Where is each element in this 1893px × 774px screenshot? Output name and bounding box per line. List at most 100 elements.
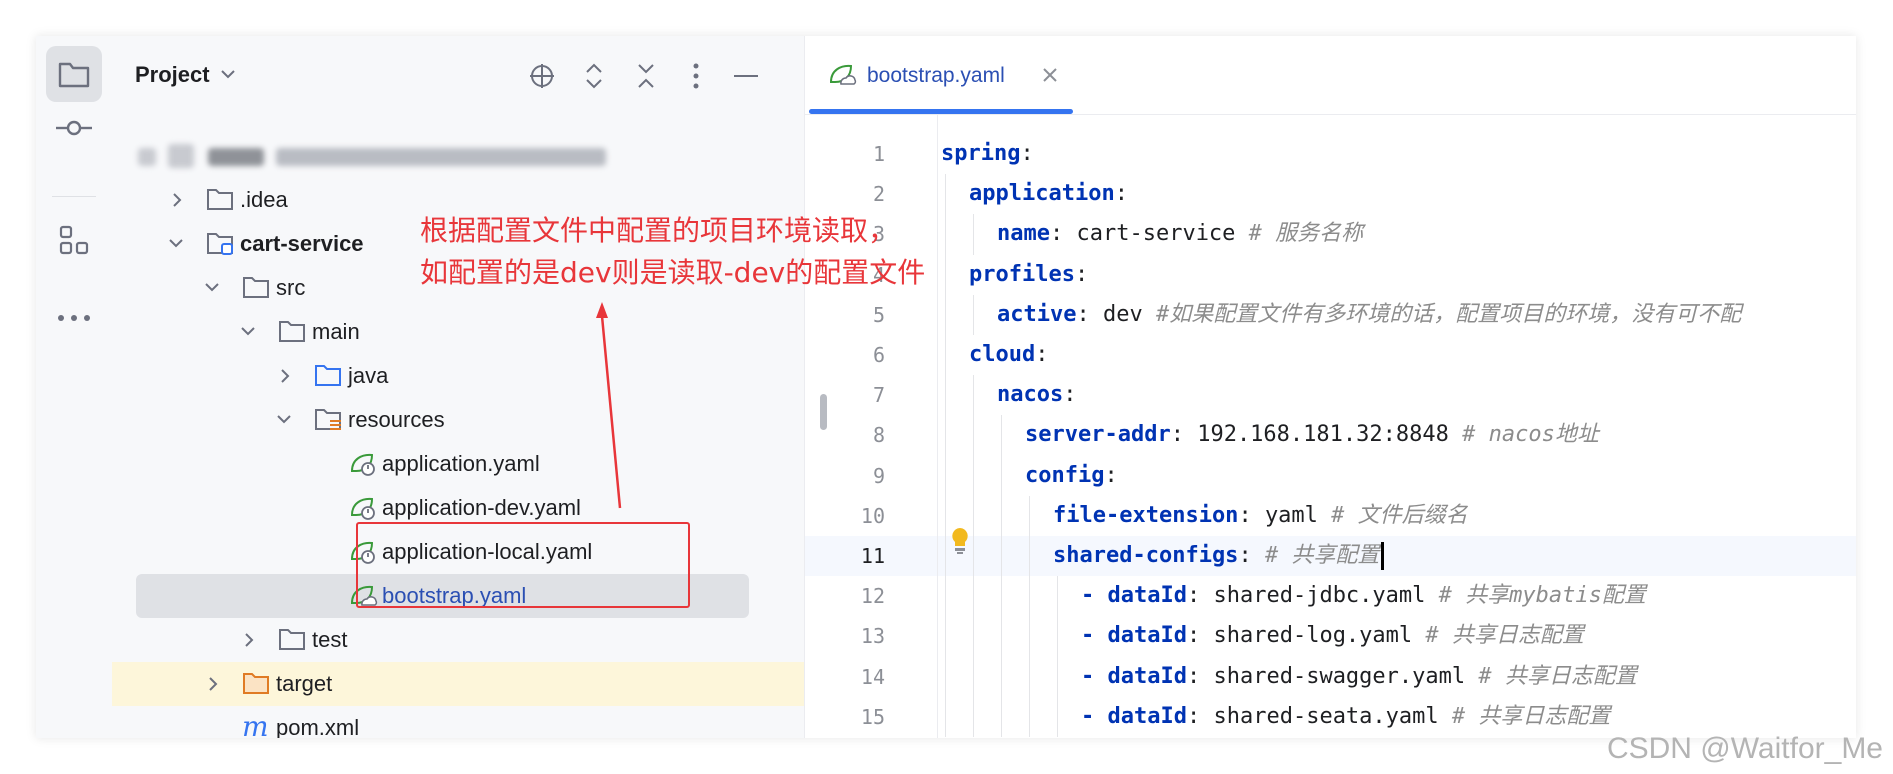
blurred-icon bbox=[168, 144, 194, 168]
more-tools-button[interactable] bbox=[46, 290, 102, 346]
options-button[interactable] bbox=[676, 56, 716, 96]
code-line[interactable]: spring: bbox=[941, 134, 1034, 174]
indent-guide bbox=[1001, 415, 1002, 456]
yaml-key: name bbox=[997, 221, 1050, 247]
code-line[interactable]: shared-configs: # 共享配置 bbox=[1053, 536, 1385, 576]
collapse-icon bbox=[638, 64, 654, 88]
chevron-down-icon[interactable] bbox=[220, 66, 236, 82]
yaml-value: shared-log.yaml bbox=[1213, 623, 1413, 649]
activity-separator bbox=[52, 196, 96, 197]
tree-row-java[interactable]: java bbox=[112, 354, 804, 398]
yaml-dash: - bbox=[1081, 703, 1108, 729]
tree-row-resources[interactable]: resources bbox=[112, 398, 804, 442]
code-line[interactable]: application: bbox=[969, 174, 1128, 214]
hide-panel-button[interactable] bbox=[726, 56, 766, 96]
indent-guide bbox=[945, 375, 946, 416]
code-line[interactable]: cloud: bbox=[969, 335, 1048, 375]
yaml-key: server-addr bbox=[1025, 422, 1171, 448]
tree-row-root[interactable] bbox=[112, 134, 804, 178]
tree-row-main[interactable]: main bbox=[112, 310, 804, 354]
tree-item-label: target bbox=[276, 671, 333, 696]
line-number: 2 bbox=[872, 182, 885, 207]
annotation-highlight-box bbox=[356, 522, 690, 608]
indent-guide bbox=[973, 536, 974, 577]
yaml-key: cloud bbox=[969, 342, 1036, 367]
indent-guide bbox=[1001, 696, 1002, 737]
code-line[interactable]: - dataId: shared-swagger.yaml # 共享日志配置 bbox=[1081, 657, 1637, 697]
editor-panel: bootstrap.yaml 1 2 3 4 5 6 7 8 9 10 11 12 13 14 15 spr… bbox=[804, 36, 1856, 738]
yaml-comment: # 服务名称 bbox=[1235, 221, 1364, 247]
tab-bootstrap-yaml[interactable]: bootstrap.yaml bbox=[805, 36, 1077, 114]
indent-guide bbox=[1029, 616, 1030, 657]
annotation-text: 根据配置文件中配置的项目环境读取， 如配置的是dev则是读取-dev的配置文件 bbox=[420, 210, 925, 294]
chevron-right-icon[interactable] bbox=[242, 632, 256, 648]
line-number: 7 bbox=[872, 383, 885, 408]
yaml-key: dataId bbox=[1107, 663, 1187, 689]
annotation-line-1: 根据配置文件中配置的项目环境读取， bbox=[420, 214, 897, 247]
watermark: CSDN @Waitfor_Me bbox=[1606, 732, 1883, 765]
expand-all-button[interactable] bbox=[574, 56, 614, 96]
minimize-icon bbox=[734, 75, 758, 77]
yaml-comment: # 共享日志配置 bbox=[1438, 703, 1611, 729]
code-line[interactable]: nacos: bbox=[997, 375, 1076, 415]
yaml-separator: : bbox=[1170, 422, 1198, 448]
chevron-right-icon[interactable] bbox=[278, 368, 292, 384]
tree-row-pom-xml[interactable]: m pom.xml bbox=[112, 706, 804, 738]
chevron-down-icon[interactable] bbox=[168, 236, 184, 250]
tree-item-label: application-dev.yaml bbox=[382, 495, 581, 520]
code-line[interactable]: - dataId: shared-log.yaml # 共享日志配置 bbox=[1081, 616, 1584, 656]
project-panel-title[interactable]: Project bbox=[135, 62, 210, 88]
collapse-all-button[interactable] bbox=[626, 56, 666, 96]
indent-guide bbox=[945, 214, 946, 255]
spring-config-icon bbox=[350, 453, 375, 476]
code-line[interactable]: active: dev #如果配置文件有多环境的话，配置项目的环境，没有可不配 bbox=[997, 295, 1741, 335]
yaml-key: config bbox=[1025, 462, 1105, 488]
tab-label: bootstrap.yaml bbox=[867, 64, 1005, 87]
more-icon bbox=[58, 315, 90, 321]
chevron-down-icon[interactable] bbox=[240, 324, 256, 338]
indent-guide bbox=[1029, 656, 1030, 697]
code-line[interactable]: server-addr: 192.168.181.32:8848 # nacos… bbox=[1025, 415, 1599, 455]
code-line[interactable]: config: bbox=[1025, 456, 1118, 496]
yaml-value: shared-jdbc.yaml bbox=[1213, 583, 1426, 609]
line-number: 13 bbox=[860, 624, 885, 649]
maven-icon: m bbox=[242, 710, 269, 738]
tree-row-test[interactable]: test bbox=[112, 618, 804, 662]
chevron-down-icon[interactable] bbox=[204, 280, 220, 294]
folder-icon bbox=[279, 629, 305, 650]
yaml-separator: : bbox=[1035, 342, 1049, 367]
code-line[interactable]: - dataId: shared-seata.yaml # 共享日志配置 bbox=[1081, 697, 1610, 737]
chevron-right-icon[interactable] bbox=[170, 192, 184, 208]
source-folder-icon bbox=[315, 365, 341, 386]
close-icon[interactable] bbox=[1039, 64, 1061, 86]
yaml-value: yaml bbox=[1264, 502, 1318, 528]
commit-tool-button[interactable] bbox=[46, 100, 102, 156]
code-line[interactable]: name: cart-service # 服务名称 bbox=[997, 214, 1363, 254]
structure-tool-button[interactable] bbox=[46, 212, 102, 268]
ide-window: Project .idea cart-service src main java… bbox=[36, 36, 1856, 738]
indent-guide bbox=[945, 415, 946, 456]
indent-guide bbox=[1029, 536, 1030, 577]
line-number: 10 bbox=[860, 503, 885, 528]
chevron-down-icon[interactable] bbox=[276, 412, 292, 426]
indent-guide bbox=[1057, 656, 1058, 697]
yaml-comment: #如果配置文件有多环境的话，配置项目的环境，没有可不配 bbox=[1142, 301, 1742, 327]
indent-guide bbox=[1029, 696, 1030, 737]
project-panel: Project .idea cart-service src main java… bbox=[112, 36, 804, 738]
tree-row-target[interactable]: target bbox=[112, 662, 804, 706]
project-tool-button[interactable] bbox=[46, 46, 102, 102]
tree-item-label: application.yaml bbox=[382, 451, 540, 476]
resource-folder-icon bbox=[315, 409, 341, 430]
select-opened-file-button[interactable] bbox=[522, 56, 562, 96]
tree-row-application-yaml[interactable]: application.yaml bbox=[112, 442, 804, 486]
lightbulb-icon[interactable] bbox=[949, 526, 971, 556]
code-line[interactable]: profiles: bbox=[969, 255, 1088, 295]
yaml-comment: # 共享配置 bbox=[1264, 543, 1380, 568]
indent-guide bbox=[973, 214, 974, 255]
code-line[interactable]: file-extension: yaml # 文件后缀名 bbox=[1053, 496, 1468, 536]
yaml-key: nacos bbox=[997, 382, 1064, 408]
indent-guide bbox=[1001, 495, 1002, 536]
chevron-right-icon[interactable] bbox=[206, 676, 220, 692]
code-line[interactable]: - dataId: shared-jdbc.yaml # 共享mybatis配置 bbox=[1081, 576, 1646, 616]
crosshair-icon bbox=[530, 64, 554, 88]
